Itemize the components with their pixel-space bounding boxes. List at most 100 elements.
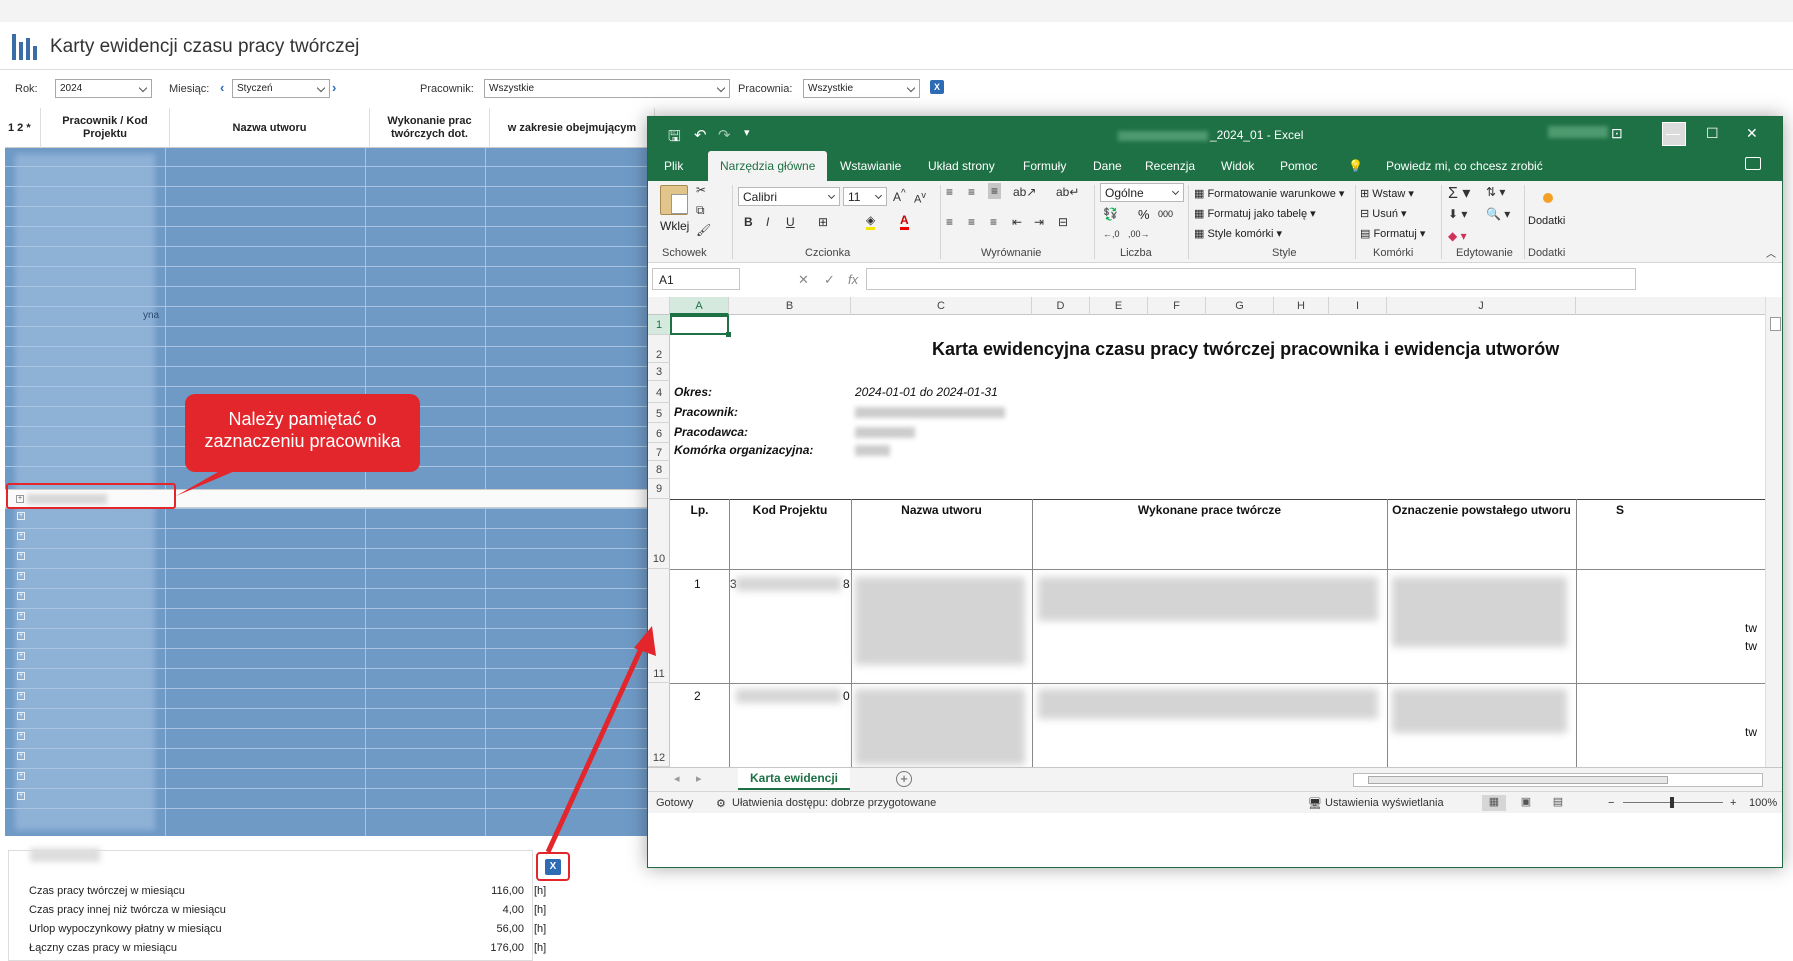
- expand-icon[interactable]: +: [17, 552, 25, 560]
- accounting-icon[interactable]: 💱: [1103, 207, 1118, 221]
- row-header[interactable]: 11: [648, 569, 670, 683]
- tab-page-layout[interactable]: Układ strony: [928, 159, 995, 173]
- row-header[interactable]: 8: [648, 461, 670, 479]
- expand-icon[interactable]: +: [17, 712, 25, 720]
- cut-icon[interactable]: ✂: [696, 183, 706, 197]
- customize-toolbar-icon[interactable]: ▾: [744, 126, 750, 139]
- accessibility-icon[interactable]: ⚙: [716, 797, 726, 810]
- fill-color-icon[interactable]: ◈: [866, 213, 876, 230]
- excel-window[interactable]: 🖫 ↶ ↷ ▾ _2024_01 - Excel ⊡ — ☐ ✕ Plik Na…: [647, 116, 1783, 868]
- increase-indent-icon[interactable]: ⇥: [1034, 215, 1044, 229]
- row-header[interactable]: 4: [648, 381, 670, 403]
- percent-button[interactable]: %: [1138, 207, 1150, 222]
- addins-icon[interactable]: [1543, 193, 1553, 203]
- tab-review[interactable]: Recenzja: [1145, 159, 1195, 173]
- expand-icon[interactable]: +: [17, 752, 25, 760]
- column-header[interactable]: A: [670, 297, 729, 315]
- col-header-creative-work[interactable]: Wykonanie prac twórczych dot.: [370, 108, 490, 148]
- row-header[interactable]: 5: [648, 403, 670, 423]
- row-header[interactable]: 9: [648, 479, 670, 499]
- sort-filter-icon[interactable]: ⇅ ▾: [1486, 185, 1505, 199]
- row-header[interactable]: 2: [648, 335, 670, 363]
- next-month-icon[interactable]: ›: [332, 80, 336, 95]
- expand-icon[interactable]: +: [17, 532, 25, 540]
- col-header-employee[interactable]: Pracownik / Kod Projektu: [41, 108, 170, 148]
- row-header[interactable]: 10: [648, 499, 670, 569]
- decrease-font-icon[interactable]: Av: [914, 190, 926, 206]
- zoom-in-icon[interactable]: +: [1730, 797, 1736, 809]
- tab-data[interactable]: Dane: [1093, 159, 1122, 173]
- align-bottom-icon[interactable]: ≡: [988, 183, 1002, 199]
- comments-icon[interactable]: [1745, 157, 1761, 170]
- undo-icon[interactable]: ↶: [694, 126, 707, 144]
- conditional-formatting-button[interactable]: ▦ Formatowanie warunkowe ▾: [1194, 187, 1344, 200]
- clear-icon[interactable]: ◆ ▾: [1448, 229, 1467, 243]
- col-header-work-name[interactable]: Nazwa utworu: [170, 108, 370, 148]
- collapse-ribbon-icon[interactable]: ︿: [1766, 245, 1776, 260]
- format-cells-button[interactable]: ▤ Formatuj ▾: [1360, 227, 1425, 240]
- comma-button[interactable]: 000: [1158, 209, 1173, 219]
- col-header-scope[interactable]: w zakresie obejmującym: [490, 108, 655, 148]
- maximize-icon[interactable]: ☐: [1706, 125, 1719, 142]
- scroll-thumb[interactable]: [1770, 317, 1781, 331]
- row-header[interactable]: 3: [648, 363, 670, 381]
- expand-icon[interactable]: +: [17, 652, 25, 660]
- display-settings[interactable]: Ustawienia wyświetlania: [1325, 797, 1444, 809]
- export-to-excel-button[interactable]: X: [536, 852, 570, 881]
- excel-export-small-icon[interactable]: X: [930, 80, 944, 94]
- zoom-level[interactable]: 100%: [1749, 797, 1777, 809]
- row-header[interactable]: 6: [648, 423, 670, 443]
- prev-month-icon[interactable]: ‹: [220, 80, 224, 95]
- orientation-icon[interactable]: ab↗: [1013, 185, 1036, 199]
- align-center-icon[interactable]: ≡: [968, 215, 975, 229]
- column-header[interactable]: I: [1329, 297, 1387, 315]
- redo-icon[interactable]: ↷: [718, 126, 731, 144]
- name-box[interactable]: A1: [652, 268, 740, 290]
- page-layout-view-icon[interactable]: ▣: [1514, 795, 1538, 811]
- delete-cells-button[interactable]: ⊟ Usuń ▾: [1360, 207, 1407, 220]
- expand-icon[interactable]: +: [17, 672, 25, 680]
- align-right-icon[interactable]: ≡: [990, 215, 997, 229]
- page-break-view-icon[interactable]: ▤: [1546, 795, 1570, 811]
- paste-button[interactable]: Wklej: [660, 219, 689, 233]
- normal-view-icon[interactable]: ▦: [1482, 795, 1506, 811]
- font-name-select[interactable]: Calibri: [738, 187, 840, 206]
- cancel-icon[interactable]: ✕: [798, 272, 809, 288]
- expand-icon[interactable]: +: [17, 772, 25, 780]
- active-cell[interactable]: [670, 315, 731, 337]
- expand-icon[interactable]: +: [17, 572, 25, 580]
- fx-icon[interactable]: fx: [848, 272, 858, 287]
- row-header[interactable]: 1: [648, 315, 670, 335]
- minimize-icon[interactable]: —: [1666, 125, 1680, 141]
- addins-button[interactable]: Dodatki: [1528, 215, 1565, 227]
- row-header[interactable]: 12: [648, 683, 670, 767]
- bold-icon[interactable]: B: [744, 215, 753, 229]
- italic-icon[interactable]: I: [766, 215, 769, 229]
- format-painter-icon[interactable]: 🖌: [696, 223, 711, 237]
- expand-icon[interactable]: +: [17, 632, 25, 640]
- merge-center-icon[interactable]: ⊟: [1058, 215, 1068, 229]
- next-sheet-icon[interactable]: ▸: [696, 772, 702, 785]
- cell-styles-button[interactable]: ▦ Style komórki ▾: [1194, 227, 1282, 240]
- expand-icon[interactable]: +: [17, 592, 25, 600]
- find-select-icon[interactable]: 🔍 ▾: [1486, 207, 1510, 221]
- zoom-out-icon[interactable]: −: [1608, 797, 1614, 809]
- vertical-scrollbar[interactable]: [1765, 297, 1782, 767]
- column-header[interactable]: H: [1274, 297, 1329, 315]
- ribbon-display-icon[interactable]: ⊡: [1611, 125, 1623, 142]
- borders-icon[interactable]: ⊞: [818, 215, 828, 229]
- tab-view[interactable]: Widok: [1221, 159, 1254, 173]
- font-color-icon[interactable]: A: [900, 213, 909, 230]
- scroll-thumb[interactable]: [1368, 776, 1668, 784]
- align-middle-icon[interactable]: ≡: [968, 185, 975, 199]
- column-header[interactable]: F: [1148, 297, 1206, 315]
- group-levels[interactable]: 1 2 *: [5, 108, 41, 148]
- format-as-table-button[interactable]: ▦ Formatuj jako tabelę ▾: [1194, 207, 1316, 220]
- add-sheet-icon[interactable]: +: [896, 771, 912, 787]
- zoom-knob[interactable]: [1670, 797, 1674, 808]
- expand-icon[interactable]: +: [17, 732, 25, 740]
- column-header[interactable]: D: [1032, 297, 1090, 315]
- expand-icon[interactable]: +: [17, 512, 25, 520]
- save-icon[interactable]: 🖫: [668, 126, 681, 151]
- underline-icon[interactable]: U: [786, 215, 795, 229]
